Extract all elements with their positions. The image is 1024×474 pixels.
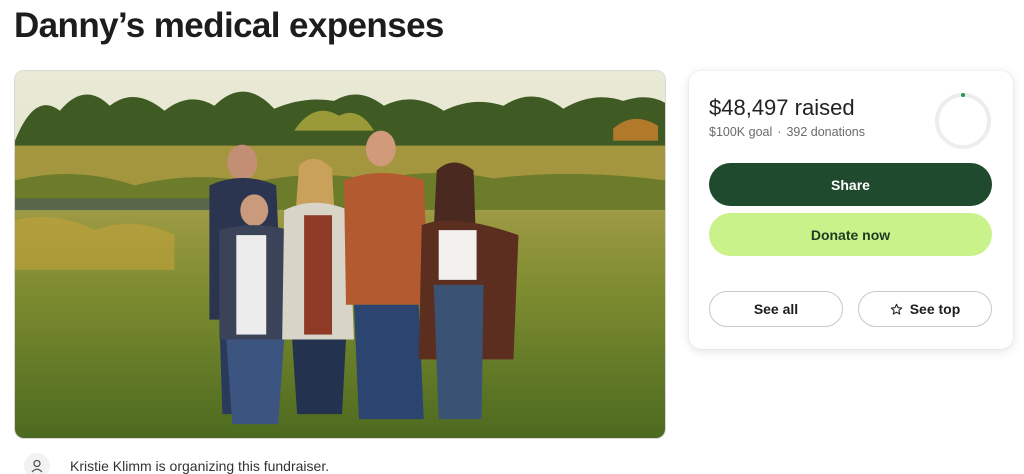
see-all-button[interactable]: See all [709, 291, 843, 327]
page-title: Danny’s medical expenses [14, 6, 444, 45]
see-all-label: See all [753, 301, 799, 317]
donate-now-button[interactable]: Donate now [709, 213, 992, 256]
organizer-avatar[interactable] [24, 453, 50, 474]
donation-card: $48,497 raised $100K goal · 392 donations … [689, 71, 1013, 349]
star-icon [890, 303, 903, 316]
share-button[interactable]: Share [709, 163, 992, 206]
see-top-button[interactable]: See top [858, 291, 992, 327]
hero-image [14, 70, 666, 439]
meta-separator: · [777, 125, 782, 139]
goal-meta: $100K goal · 392 donations [709, 125, 865, 139]
donation-count: 392 donations [786, 125, 865, 139]
see-top-label: See top [909, 301, 961, 317]
goal-amount: $100K goal [709, 125, 773, 139]
organizer-text: Kristie Klimm is organizing this fundrai… [70, 458, 330, 474]
family-photo [15, 71, 665, 438]
organizer-row: Kristie Klimm is organizing this fundrai… [24, 453, 330, 474]
user-icon [31, 459, 43, 473]
amount-raised: $48,497 raised [709, 95, 855, 120]
progress-ring [935, 93, 991, 149]
